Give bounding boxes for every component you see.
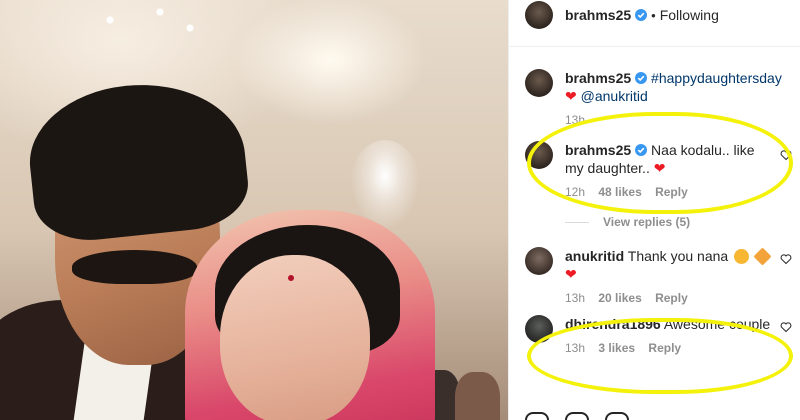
timestamp[interactable]: 12h [565,185,585,199]
heart-icon: ❤ [565,88,577,104]
comment-body: Awesome couple [663,316,771,332]
post-action-bar [525,412,629,420]
like-icon[interactable] [525,412,549,420]
avatar[interactable] [525,69,553,97]
likes-count[interactable]: 20 likes [598,291,641,305]
emoji-face-icon [734,249,750,264]
man-mustache [72,250,197,284]
man-hair [22,74,253,246]
verified-badge-icon [635,144,648,156]
background-guest [455,372,500,420]
heart-icon: ❤ [565,266,577,282]
timestamp[interactable]: 13h [565,341,585,355]
replies-line [565,221,589,223]
reply-button[interactable]: Reply [655,291,688,305]
view-replies-label[interactable]: View replies (5) [603,215,690,229]
hashtag-link[interactable]: #happydaughtersday [651,70,782,86]
chandelier-top [70,0,220,60]
post-photo[interactable] [0,0,508,420]
comment-username[interactable]: brahms25 [565,142,631,158]
caption-text: brahms25 #happydaughtersday ❤ @anukritid [565,69,800,105]
comment-username[interactable]: dhirendra1896 [565,316,661,332]
caption-meta: 13h [565,113,800,127]
mention-link[interactable]: @anukritid [581,88,648,104]
likes-count[interactable]: 3 likes [598,341,635,355]
comment-text: anukritid Thank you nana ❤ [565,247,772,283]
woman-face [220,255,370,420]
share-icon[interactable] [605,412,629,420]
likes-count[interactable]: 48 likes [598,185,641,199]
verified-badge-icon [635,9,648,21]
reply-button[interactable]: Reply [655,185,688,199]
like-outline-icon[interactable] [780,321,792,333]
following-button[interactable]: Following [660,7,719,23]
heart-icon: ❤ [653,160,666,176]
comment-item: brahms25 Naa kodalu.. like my daughter..… [509,141,800,199]
comments-panel: brahms25 • Following brahms25 #happydaug… [508,0,800,420]
timestamp[interactable]: 13h [565,113,585,127]
emoji-flower-icon [753,247,772,266]
avatar[interactable] [525,141,553,169]
comment-item: anukritid Thank you nana ❤ 13h 20 likes … [509,247,800,305]
reply-button[interactable]: Reply [648,341,681,355]
view-replies-button[interactable]: View replies (5) [565,215,800,229]
avatar[interactable] [525,315,553,343]
comment-username[interactable]: anukritid [565,248,624,264]
comment-meta: 13h 20 likes Reply [565,291,772,305]
like-outline-icon[interactable] [780,253,792,265]
comment-meta: 12h 48 likes Reply [565,185,772,199]
comment-item: dhirendra1896 Awesome couple 13h 3 likes… [509,315,800,355]
verified-badge-icon [635,72,648,84]
separator-dot: • [651,7,656,23]
bindi [288,275,294,281]
post-username[interactable]: brahms25 [565,7,631,23]
comment-text: brahms25 Naa kodalu.. like my daughter..… [565,141,772,177]
timestamp[interactable]: 13h [565,291,585,305]
avatar[interactable] [525,1,553,29]
avatar[interactable] [525,247,553,275]
caption-username[interactable]: brahms25 [565,70,631,86]
like-outline-icon[interactable] [780,149,792,161]
header-divider [509,46,800,47]
comment-meta: 13h 3 likes Reply [565,341,772,355]
comment-text: dhirendra1896 Awesome couple [565,315,772,333]
caption: brahms25 #happydaughtersday ❤ @anukritid… [509,69,800,127]
post-header: brahms25 • Following [509,0,800,30]
comment-icon[interactable] [565,412,589,420]
comment-body: Thank you nana [627,248,729,264]
